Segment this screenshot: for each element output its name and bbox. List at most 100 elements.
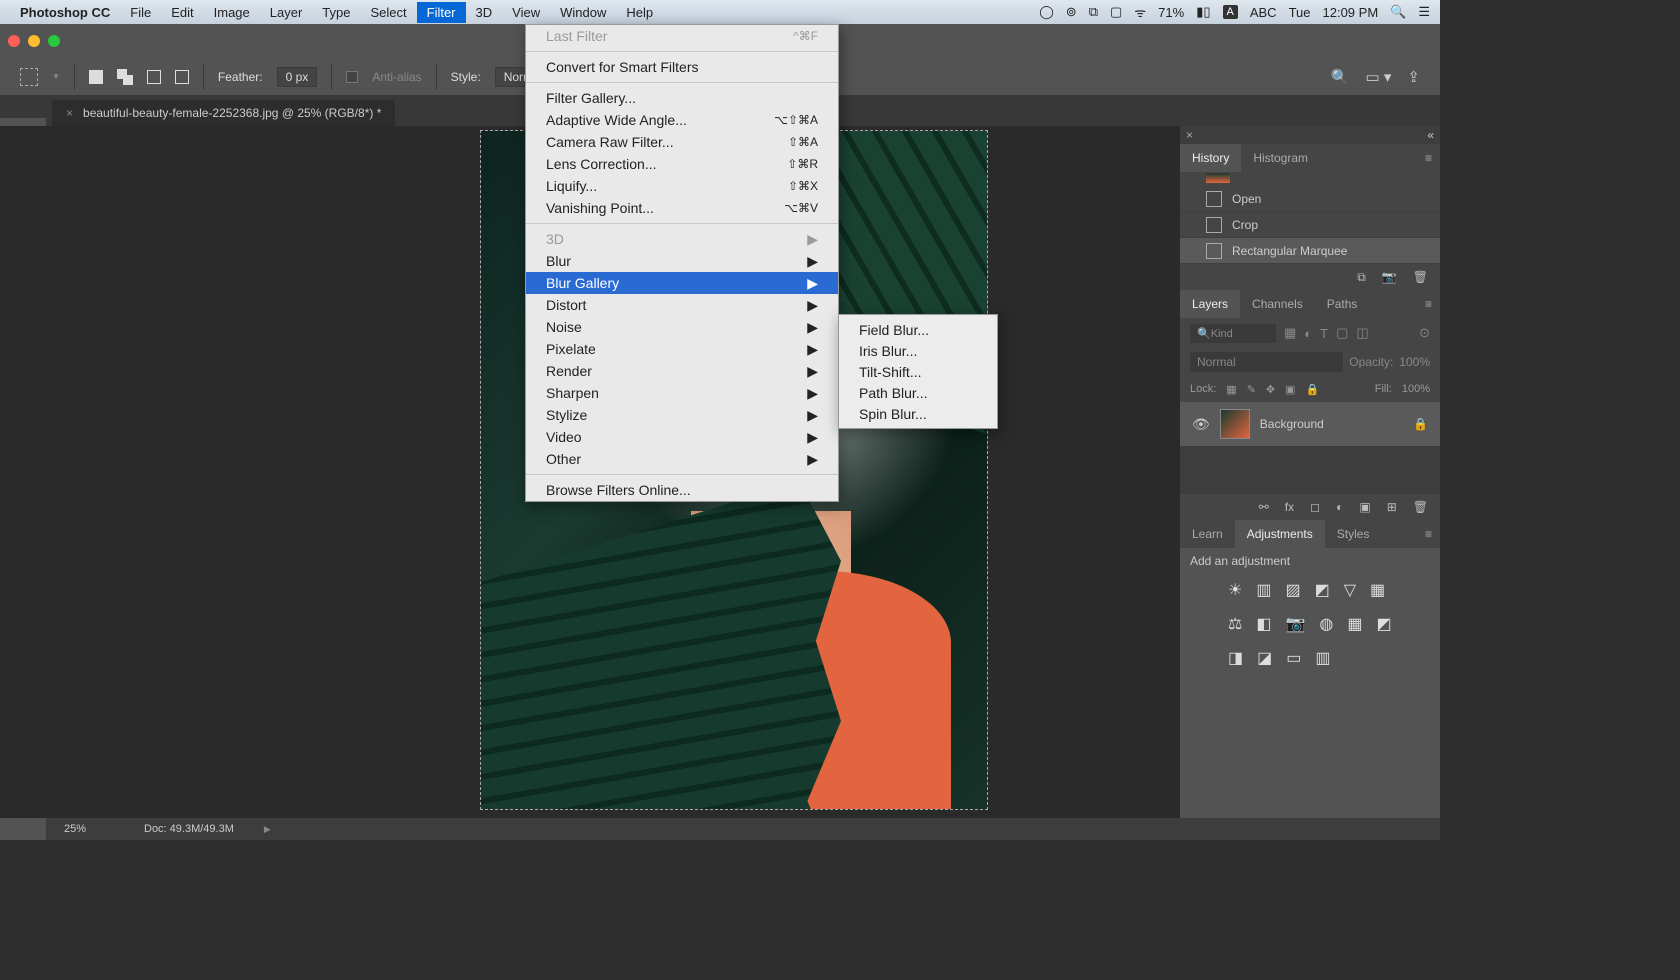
hue-icon[interactable]: ▦: [1370, 580, 1385, 600]
feather-input[interactable]: 0 px: [277, 67, 318, 87]
photo-filter-icon[interactable]: 📷: [1285, 614, 1305, 634]
opacity-value[interactable]: 100%: [1399, 355, 1430, 369]
menu-file[interactable]: File: [120, 2, 161, 23]
trash-icon[interactable]: 🗑: [1413, 500, 1428, 514]
menu-item[interactable]: Lens Correction...⇧⌘R: [526, 153, 838, 175]
new-selection-icon[interactable]: [89, 70, 103, 84]
day-label[interactable]: Tue: [1289, 5, 1311, 20]
battery-percent[interactable]: 71%: [1158, 5, 1184, 20]
menu-3d[interactable]: 3D: [466, 2, 503, 23]
close-tab-icon[interactable]: ×: [66, 106, 73, 120]
menu-window[interactable]: Window: [550, 2, 616, 23]
submenu-item[interactable]: Path Blur...: [839, 382, 997, 403]
exposure-icon[interactable]: ◩: [1315, 580, 1330, 600]
history-snapshot-thumb[interactable]: [1206, 173, 1230, 183]
menu-item-blur[interactable]: Blur▶: [526, 250, 838, 272]
levels-icon[interactable]: ▥: [1256, 580, 1271, 600]
balance-icon[interactable]: ⚖: [1228, 614, 1242, 634]
menu-browse-filters[interactable]: Browse Filters Online...: [526, 479, 838, 501]
zoom-level[interactable]: 25%: [64, 823, 114, 835]
share-icon[interactable]: ⇪: [1407, 68, 1420, 86]
curves-icon[interactable]: ▨: [1285, 580, 1300, 600]
minimize-window-button[interactable]: [28, 35, 40, 47]
panel-close-icon[interactable]: ×: [1186, 128, 1193, 142]
adjustment-icon[interactable]: ◐: [1336, 500, 1343, 514]
siri-icon[interactable]: ◯: [1039, 4, 1054, 20]
filter-image-icon[interactable]: ▦: [1284, 325, 1296, 341]
menu-select[interactable]: Select: [360, 2, 416, 23]
time-label[interactable]: 12:09 PM: [1323, 5, 1379, 20]
menu-edit[interactable]: Edit: [161, 2, 203, 23]
input-source[interactable]: A: [1223, 5, 1238, 19]
menu-item-stylize[interactable]: Stylize▶: [526, 404, 838, 426]
add-selection-icon[interactable]: [117, 69, 133, 85]
airplay-icon[interactable]: ▢: [1110, 4, 1122, 20]
lookup-icon[interactable]: ▦: [1347, 614, 1362, 634]
history-item[interactable]: Rectangular Marquee: [1180, 238, 1440, 264]
menu-layer[interactable]: Layer: [260, 2, 313, 23]
menu-item-blur-gallery[interactable]: Blur Gallery▶: [526, 272, 838, 294]
panel-collapse-icon[interactable]: «: [1427, 128, 1434, 142]
group-icon[interactable]: ▣: [1359, 500, 1370, 514]
filter-adjust-icon[interactable]: ◐: [1304, 326, 1312, 341]
layer-name[interactable]: Background: [1260, 417, 1324, 431]
menu-item-sharpen[interactable]: Sharpen▶: [526, 382, 838, 404]
selective-color-icon[interactable]: ▥: [1315, 648, 1330, 668]
tab-histogram[interactable]: Histogram: [1241, 144, 1320, 172]
threshold-icon[interactable]: ◪: [1257, 648, 1272, 668]
vibrance-icon[interactable]: ▽: [1344, 580, 1356, 600]
workspace-icon[interactable]: ▭ ▾: [1366, 68, 1392, 86]
tab-adjustments[interactable]: Adjustments: [1235, 520, 1325, 548]
layer-row-background[interactable]: 👁 Background 🔒: [1180, 402, 1440, 446]
new-snapshot-icon[interactable]: ⧉: [1357, 270, 1366, 285]
input-source-label[interactable]: ABC: [1250, 5, 1277, 20]
gradient-map-icon[interactable]: ▭: [1286, 648, 1301, 668]
menu-item[interactable]: Filter Gallery...: [526, 87, 838, 109]
submenu-item[interactable]: Spin Blur...: [839, 403, 997, 424]
marquee-tool-icon[interactable]: [20, 68, 38, 86]
tab-learn[interactable]: Learn: [1180, 520, 1235, 548]
menu-convert-smart[interactable]: Convert for Smart Filters: [526, 56, 838, 78]
status-chevron-icon[interactable]: ▶: [264, 824, 271, 835]
tab-styles[interactable]: Styles: [1325, 520, 1382, 548]
history-item[interactable]: Open: [1180, 186, 1440, 212]
tab-layers[interactable]: Layers: [1180, 290, 1240, 318]
blend-mode-select[interactable]: Normal: [1190, 352, 1343, 372]
filter-shape-icon[interactable]: ▢: [1336, 325, 1348, 341]
channel-mixer-icon[interactable]: ◍: [1319, 614, 1333, 634]
brightness-icon[interactable]: ☀: [1228, 580, 1242, 600]
link-icon[interactable]: ⚯: [1259, 500, 1269, 514]
subtract-selection-icon[interactable]: [147, 70, 161, 84]
menu-item-noise[interactable]: Noise▶: [526, 316, 838, 338]
new-layer-icon[interactable]: ⊞: [1387, 500, 1397, 514]
tab-paths[interactable]: Paths: [1315, 290, 1370, 318]
history-item[interactable]: Crop: [1180, 212, 1440, 238]
menu-item-distort[interactable]: Distort▶: [526, 294, 838, 316]
filter-type-icon[interactable]: T: [1320, 326, 1328, 341]
camera-icon[interactable]: 📷: [1382, 270, 1397, 284]
lock-all-icon[interactable]: 🔒: [1306, 383, 1320, 396]
panel-menu-icon[interactable]: ≡: [1425, 527, 1440, 541]
spotlight-icon[interactable]: 🔍: [1390, 4, 1406, 20]
menu-item[interactable]: Camera Raw Filter...⇧⌘A: [526, 131, 838, 153]
visibility-icon[interactable]: 👁: [1192, 416, 1210, 433]
lock-pixels-icon[interactable]: ▦: [1226, 383, 1236, 396]
mask-icon[interactable]: ◻: [1310, 500, 1320, 514]
filter-smart-icon[interactable]: ◫: [1356, 325, 1368, 341]
invert-icon[interactable]: ◩: [1376, 614, 1391, 634]
document-tab[interactable]: × beautiful-beauty-female-2252368.jpg @ …: [52, 100, 395, 126]
menu-image[interactable]: Image: [204, 2, 260, 23]
close-window-button[interactable]: [8, 35, 20, 47]
doc-size[interactable]: Doc: 49.3M/49.3M: [144, 823, 234, 835]
lock-position-icon[interactable]: ✥: [1266, 383, 1275, 396]
layer-filter-select[interactable]: 🔍Kind: [1190, 324, 1276, 343]
app-name[interactable]: Photoshop CC: [20, 2, 120, 23]
menu-icon[interactable]: ☰: [1418, 4, 1430, 20]
submenu-item[interactable]: Iris Blur...: [839, 340, 997, 361]
tool-preset-chevron-icon[interactable]: ▼: [52, 72, 60, 81]
menu-item-pixelate[interactable]: Pixelate▶: [526, 338, 838, 360]
tab-channels[interactable]: Channels: [1240, 290, 1315, 318]
menu-item-video[interactable]: Video▶: [526, 426, 838, 448]
menu-filter[interactable]: Filter: [417, 2, 466, 23]
posterize-icon[interactable]: ◨: [1228, 648, 1243, 668]
